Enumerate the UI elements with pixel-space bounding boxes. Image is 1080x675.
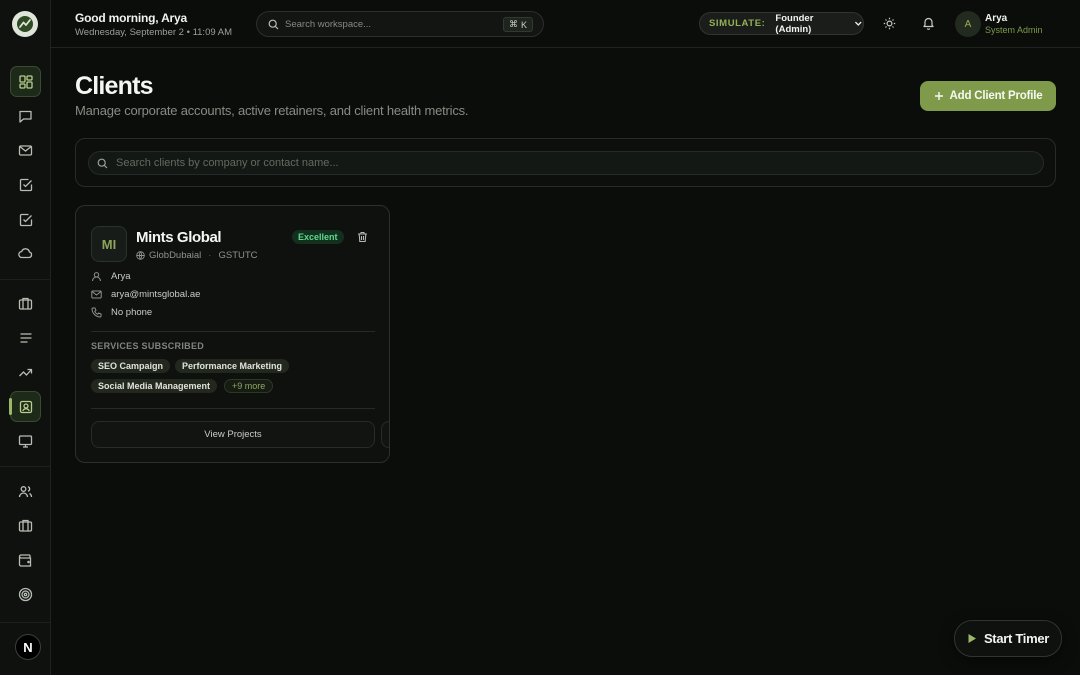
monitor-icon [18,435,33,448]
contact-person-row: Arya [91,271,131,282]
globe-icon [136,251,145,260]
client-card: MI Mints Global GlobDubaial · GSTUTC Exc… [75,205,390,463]
approval-check-icon [19,213,32,226]
users-icon [18,486,33,498]
sidebar-item-portfolio[interactable] [10,510,41,541]
sidebar-item-monitor[interactable] [10,426,41,457]
card-divider [91,331,375,332]
list-icon [20,332,31,343]
meta-separator: · [208,250,212,261]
contact-email-row: arya@mintsglobal.ae [91,289,200,300]
briefcase-icon [18,297,33,310]
client-initials: MI [91,226,127,262]
simulate-label: SIMULATE: [709,18,766,29]
card-divider [91,408,375,409]
sidebar-item-briefcase[interactable] [10,288,41,319]
chat-icon [19,110,32,123]
sidebar-item-wallet[interactable] [10,545,41,576]
delete-client-button[interactable] [357,231,368,243]
greeting-text: Good morning, Arya [75,11,187,25]
client-timezone: GSTUTC [218,250,258,261]
sidebar-item-tasks[interactable] [10,169,41,200]
simulate-value: Founder (Admin) [775,12,814,35]
mail-icon [91,290,102,299]
active-nav-indicator [9,398,12,415]
sidebar-item-goals[interactable] [10,579,41,610]
clients-contact-icon [19,400,32,413]
user-role: System Admin [985,25,1043,35]
portfolio-icon [18,519,33,532]
workspace-search[interactable]: ⌘ K [256,11,544,37]
top-header: Good morning, Arya Wednesday, September … [51,0,1080,48]
play-icon [968,634,976,643]
sidebar-item-users[interactable] [10,476,41,507]
user-icon [92,272,101,282]
workspace-search-input[interactable] [285,18,485,30]
contact-phone-row: No phone [91,307,152,318]
view-projects-button[interactable]: View Projects [91,421,375,448]
user-name: Arya [985,13,1008,24]
sidebar-item-analytics[interactable] [10,357,41,388]
contact-email[interactable]: arya@mintsglobal.ae [111,289,200,300]
workspace-badge[interactable]: N [15,634,41,660]
bell-icon [923,17,934,30]
start-timer-button[interactable]: Start Timer [954,620,1062,657]
add-client-profile-button[interactable]: Add Client Profile [920,81,1056,111]
sidebar-item-dashboard[interactable] [10,66,41,97]
app-logo[interactable] [12,11,38,37]
client-location: GlobDubaial [149,250,202,261]
service-tag: SEO Campaign [91,359,171,373]
task-check-icon [19,178,32,191]
sidebar-item-mail[interactable] [10,135,41,166]
more-services-tag[interactable]: +9 more [224,379,274,393]
wallet-icon [18,554,32,567]
contact-name: Arya [111,271,131,282]
client-filter-panel [75,138,1056,187]
card-secondary-button[interactable] [381,421,389,448]
service-tag: Performance Marketing [175,359,290,373]
plus-icon [934,92,943,100]
simulate-role-select[interactable]: SIMULATE: Founder (Admin) [699,12,864,35]
sidebar-item-chat[interactable] [10,101,41,132]
sidebar-item-clients[interactable] [10,391,41,422]
notifications-button[interactable] [922,17,935,30]
shortcut-key: K [520,19,527,30]
client-company-name: Mints Global [136,229,222,246]
page-subtitle: Manage corporate accounts, active retain… [75,103,469,118]
sun-icon [883,17,896,30]
cloud-icon [18,248,33,259]
trending-up-icon [19,368,33,377]
client-search[interactable] [88,151,1044,175]
user-avatar[interactable]: A [955,11,981,37]
services-title: SERVICES SUBSCRIBED [91,341,205,351]
trash-icon [358,231,367,243]
command-key-icon: ⌘ [508,19,518,29]
current-datetime: Wednesday, September 2 • 11:09 AM [75,27,233,38]
target-icon [18,587,33,602]
logo-icon [17,16,33,32]
sidebar-item-list[interactable] [10,322,41,353]
client-search-input[interactable] [116,157,716,169]
sidebar: N [0,0,51,675]
search-icon [97,158,108,168]
mail-icon [18,145,33,156]
phone-icon [91,307,102,318]
add-client-profile-label: Add Client Profile [949,90,1043,102]
service-tag: Social Media Management [91,379,218,393]
client-meta: GlobDubaial · GSTUTC [136,250,258,261]
contact-phone: No phone [111,307,153,318]
sidebar-item-approvals[interactable] [10,204,41,235]
client-health-badge: Excellent [292,230,344,244]
chevron-down-icon [855,21,863,26]
search-icon [268,19,279,29]
sidebar-item-cloud[interactable] [10,238,41,269]
page-title: Clients [75,72,154,100]
search-shortcut: ⌘ K [502,17,533,32]
theme-toggle-button[interactable] [883,17,896,30]
dashboard-icon [18,74,33,89]
start-timer-label: Start Timer [983,631,1050,646]
